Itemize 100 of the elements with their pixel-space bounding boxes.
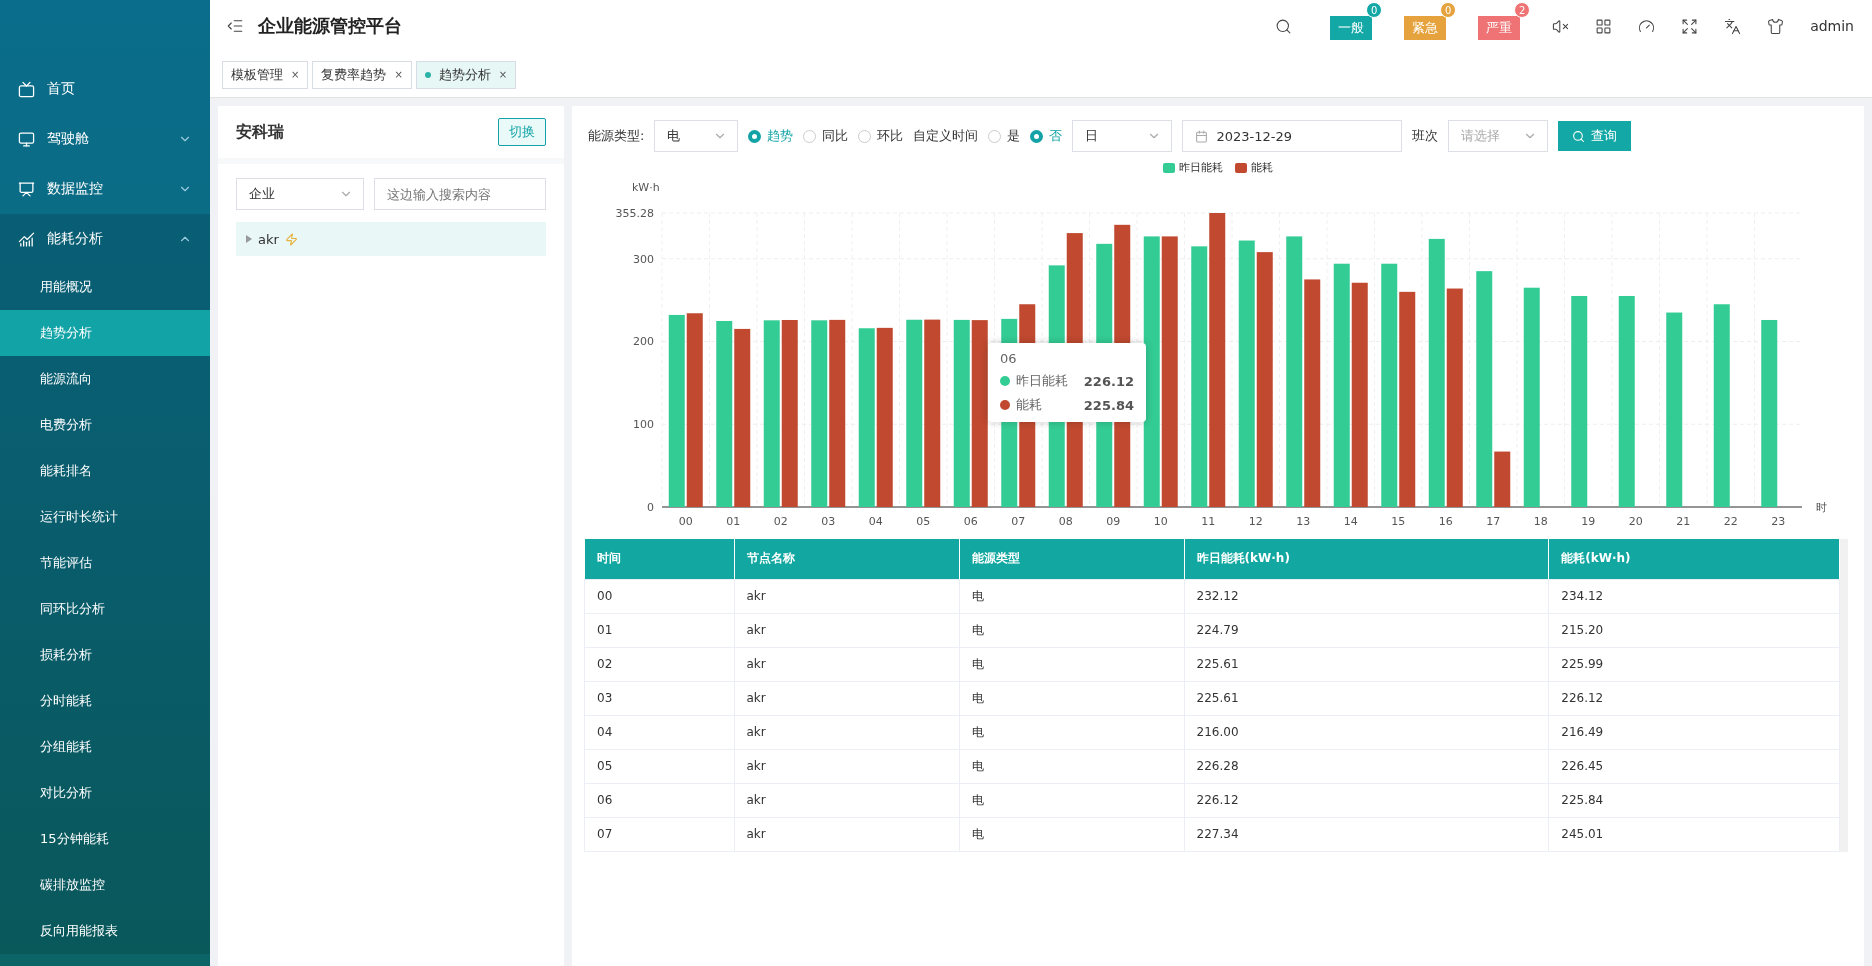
y-tick-label: 300 (633, 252, 654, 266)
table-cell: 03 (584, 681, 734, 715)
table-cell: 225.61 (1184, 681, 1549, 715)
table-cell: 227.34 (1184, 817, 1549, 851)
date-field[interactable]: 2023-12-29 (1182, 120, 1403, 152)
sidebar-subitem[interactable]: 15分钟能耗 (0, 816, 210, 862)
mute-icon[interactable] (1552, 17, 1570, 35)
table-cell: 电 (959, 647, 1185, 681)
search-field[interactable]: 这边输入搜索内容 (374, 178, 546, 210)
sidebar-subitem[interactable]: 损耗分析 (0, 632, 210, 678)
x-tick-label: 20 (1628, 515, 1643, 528)
type-select[interactable]: 企业 (236, 178, 364, 210)
table-cell: akr (734, 579, 960, 613)
gauge-icon[interactable] (1638, 17, 1656, 35)
sidebar-item[interactable]: 数据监控 (0, 164, 210, 214)
sidebar-subitem[interactable]: 碳排放监控 (0, 862, 210, 908)
sidebar-subitem[interactable]: 对比分析 (0, 770, 210, 816)
mode-radio[interactable]: 环比 (858, 127, 904, 145)
page-tab[interactable]: 趋势分析 × (415, 60, 517, 89)
search-icon (1572, 129, 1586, 143)
search-icon[interactable] (1275, 17, 1293, 35)
sidebar-subitem[interactable]: 分时能耗 (0, 678, 210, 724)
calendar-icon (1195, 129, 1209, 143)
table-cell: 215.20 (1548, 613, 1840, 647)
sidebar-subitem[interactable]: 能源流向 (0, 356, 210, 402)
series-value: 225.84 (1083, 397, 1134, 413)
sidebar-item[interactable]: 驾驶舱 (0, 114, 210, 164)
sidebar-subitem[interactable]: 分组能耗 (0, 724, 210, 770)
table-cell: 电 (959, 681, 1185, 715)
mode-radio[interactable]: 同比 (803, 127, 849, 145)
menu-icon[interactable] (226, 17, 244, 35)
active-dot-icon (424, 71, 431, 78)
grid-icon[interactable] (1595, 17, 1613, 35)
lightning-icon (284, 232, 298, 246)
page-tab[interactable]: 模板管理 × (222, 60, 309, 89)
energy-type-label: 能源类型: (588, 127, 645, 145)
table-cell: 225.61 (1184, 647, 1549, 681)
close-icon[interactable]: × (394, 69, 403, 80)
fullscreen-icon[interactable] (1681, 17, 1699, 35)
x-tick-label: 01 (726, 515, 741, 528)
y-axis-unit: kW·h (632, 181, 660, 194)
table-cell: 00 (584, 579, 734, 613)
table-cell: 234.12 (1548, 579, 1840, 613)
table-cell: akr (734, 783, 960, 817)
sidebar-subitem[interactable]: 同环比分析 (0, 586, 210, 632)
table-cell: 04 (584, 715, 734, 749)
tab-label: 模板管理 (231, 65, 283, 84)
sidebar-subitem[interactable]: 反向用能报表 (0, 908, 210, 954)
table-cell: 02 (584, 647, 734, 681)
translate-icon[interactable] (1724, 17, 1742, 35)
menu-item-icon (18, 130, 35, 148)
custom-time-label: 自定义时间 (913, 127, 979, 145)
sidebar-subitem[interactable]: 运行时长统计 (0, 494, 210, 540)
x-tick-label: 22 (1723, 515, 1738, 528)
table-cell: akr (734, 715, 960, 749)
caret-icon (246, 235, 252, 243)
x-tick-label: 08 (1058, 515, 1073, 528)
sidebar-subitem[interactable]: 能耗排名 (0, 448, 210, 494)
table-cell: 电 (959, 817, 1185, 851)
menu-item-icon (18, 180, 35, 198)
tree-label: akr (258, 231, 279, 247)
table-cell: 232.12 (1184, 579, 1549, 613)
table-cell: akr (734, 613, 960, 647)
series-name: 能耗 (1016, 396, 1043, 414)
y-tick-label: 355.28 (615, 207, 654, 220)
table-cell: 226.12 (1184, 783, 1549, 817)
shirt-icon[interactable] (1767, 17, 1785, 35)
legend-item[interactable]: 能耗 (1235, 160, 1273, 175)
table-cell: 216.00 (1184, 715, 1549, 749)
table-cell: 电 (959, 749, 1185, 783)
period-select[interactable]: 日 (1072, 120, 1173, 152)
sidebar-subitem[interactable]: 用能概况 (0, 264, 210, 310)
table-cell: 01 (584, 613, 734, 647)
x-tick-label: 23 (1771, 515, 1786, 528)
x-tick-label: 04 (868, 515, 883, 528)
page-tab[interactable]: 复费率趋势 × (312, 60, 412, 89)
sidebar-subitem[interactable]: 电费分析 (0, 402, 210, 448)
close-icon[interactable]: × (498, 69, 508, 80)
x-axis-unit: 时 (1816, 501, 1827, 514)
tab-label: 趋势分析 (438, 65, 491, 84)
sidebar-item[interactable]: 首页 (0, 64, 210, 114)
close-icon[interactable]: × (291, 69, 300, 80)
table-cell: 226.45 (1548, 749, 1840, 783)
energy-select[interactable]: 电 (654, 120, 739, 152)
app-title: 企业能源管控平台 (258, 14, 402, 38)
sidebar-subitem[interactable]: 节能评估 (0, 540, 210, 586)
sidebar-item[interactable]: 能耗分析 (0, 214, 210, 264)
table-cell: 05 (584, 749, 734, 783)
table-cell: 225.99 (1548, 647, 1840, 681)
y-tick-label: 100 (633, 418, 654, 432)
legend-item[interactable]: 昨日能耗 (1163, 160, 1223, 175)
x-tick-label: 19 (1581, 515, 1596, 528)
tab-label: 复费率趋势 (321, 65, 387, 84)
user-name[interactable]: admin (1810, 18, 1854, 34)
table-cell: 电 (959, 783, 1185, 817)
table-cell: 226.28 (1184, 749, 1549, 783)
x-tick-label: 15 (1391, 515, 1406, 528)
table-cell: 06 (584, 783, 734, 817)
tree-item[interactable]: akr (236, 222, 546, 256)
custom-time-radio[interactable]: 是 (988, 127, 1021, 145)
